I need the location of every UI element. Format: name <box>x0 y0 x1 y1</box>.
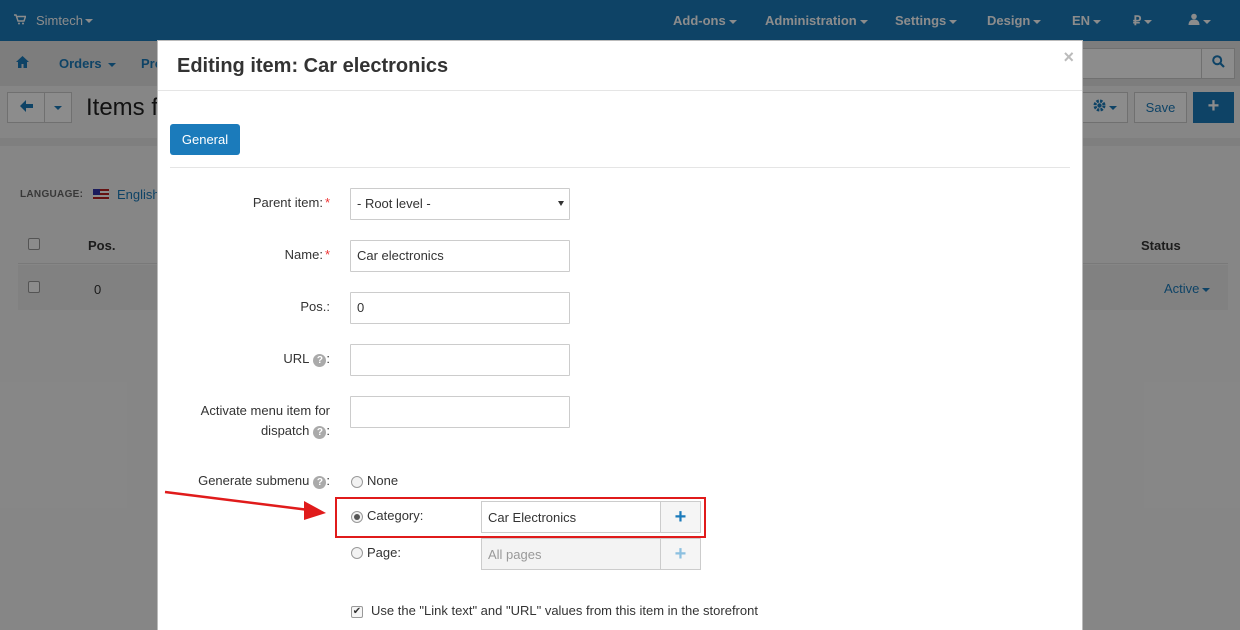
pos-label: Pos.: <box>300 299 330 314</box>
annotation-arrow-icon <box>164 490 326 520</box>
dialog-header: Editing item: Car electronics × <box>158 41 1082 91</box>
category-value: Car Electronics <box>488 510 577 525</box>
tab-divider <box>170 167 1070 168</box>
url-label: URL?: <box>283 351 330 367</box>
help-icon[interactable]: ? <box>313 426 327 439</box>
parent-item-label: Parent item: * <box>252 195 330 210</box>
category-picker[interactable]: Car Electronics + <box>481 501 701 533</box>
submenu-category-label: Category: <box>367 508 424 523</box>
add-page-button[interactable]: + <box>660 539 700 569</box>
dispatch-label-line1: Activate menu item for <box>200 403 330 418</box>
submenu-category-radio[interactable] <box>351 511 363 523</box>
dialog-title: Editing item: Car electronics <box>177 55 449 77</box>
chevron-down-icon <box>558 201 564 206</box>
help-icon[interactable]: ? <box>313 354 327 367</box>
submenu-page-label: Page: <box>367 545 401 560</box>
name-input[interactable]: Car electronics <box>350 240 570 272</box>
submenu-page-radio[interactable] <box>351 547 363 559</box>
add-category-button[interactable]: + <box>660 502 700 532</box>
close-icon[interactable]: × <box>1063 47 1074 68</box>
pos-input[interactable]: 0 <box>350 292 570 324</box>
dispatch-input[interactable] <box>350 396 570 428</box>
dispatch-label-line2: dispatch?: <box>260 423 330 439</box>
use-link-text-label: Use the "Link text" and "URL" values fro… <box>371 603 758 618</box>
name-label: Name: * <box>284 247 330 262</box>
edit-item-dialog: Editing item: Car electronics × General … <box>157 40 1083 630</box>
page-value: All pages <box>488 547 542 562</box>
tab-general[interactable]: General <box>170 124 240 155</box>
submenu-none-radio[interactable] <box>351 476 363 488</box>
page-picker[interactable]: All pages + <box>481 538 701 570</box>
submenu-none-label: None <box>367 473 399 488</box>
url-input[interactable] <box>350 344 570 376</box>
use-link-text-checkbox[interactable]: ✔ <box>351 606 363 618</box>
parent-item-select[interactable]: - Root level - <box>350 188 570 220</box>
